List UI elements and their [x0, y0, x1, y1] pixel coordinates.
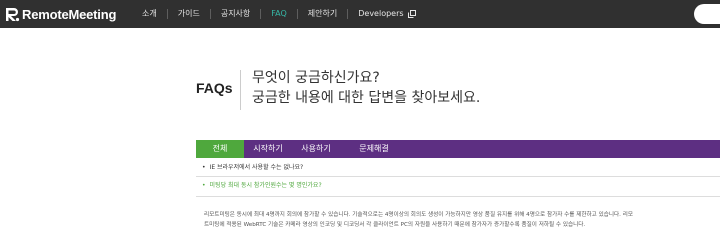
faq-answer-line-1: 리모트미팅은 동시에 최대 4명까지 회의에 참가할 수 있습니다. 기술적으로…: [204, 212, 634, 218]
faq-question-text: IE 브라우저에서 사용할 수는 없나요?: [209, 164, 304, 171]
tab-all[interactable]: 전체: [196, 140, 244, 158]
logo[interactable]: RemoteMeeting: [4, 5, 116, 23]
nav-item-faq[interactable]: FAQ: [261, 0, 297, 28]
page-headline: 무엇이 궁금하신가요? 궁금한 내용에 대한 답변을 찾아보세요.: [252, 68, 480, 108]
page-title: FAQs: [196, 80, 233, 96]
tab-getting-started[interactable]: 시작하기: [244, 140, 292, 158]
search-input[interactable]: [694, 4, 720, 24]
category-tab-bar: 전체 시작하기 사용하기 문제해결: [196, 140, 720, 158]
bullet-icon: •: [202, 182, 206, 189]
headline-line-2: 궁금한 내용에 대한 답변을 찾아보세요.: [252, 90, 481, 106]
main-menu: 소개 가이드 공지사항 FAQ 제안하기 Developers: [132, 0, 426, 28]
top-navigation-bar: RemoteMeeting 소개 가이드 공지사항 FAQ 제안하기 Devel…: [0, 0, 720, 28]
remotemeeting-logo-icon: [6, 8, 20, 22]
faq-answer: 리모트미팅은 동시에 최대 4명까지 회의에 참가할 수 있습니다. 기술적으로…: [204, 210, 720, 230]
faq-question-expanded[interactable]: • 미팅당 최대 동시 참가인원수는 몇 명인가요?: [202, 179, 322, 193]
nav-item-developers-label: Developers: [358, 9, 404, 18]
nav-item-developers[interactable]: Developers: [348, 0, 425, 28]
headline-line-1: 무엇이 궁금하신가요?: [252, 70, 380, 86]
faq-question-text: 미팅당 최대 동시 참가인원수는 몇 명인가요?: [209, 182, 322, 189]
list-divider: [196, 196, 720, 197]
nav-item-notice[interactable]: 공지사항: [211, 0, 260, 28]
nav-item-guide[interactable]: 가이드: [168, 0, 210, 28]
list-divider: [196, 176, 720, 177]
external-link-icon: [407, 10, 416, 18]
bullet-icon: •: [202, 164, 206, 171]
tab-troubleshooting[interactable]: 문제해결: [340, 140, 408, 158]
logo-text: RemoteMeeting: [22, 6, 117, 22]
nav-item-suggest[interactable]: 제안하기: [298, 0, 347, 28]
nav-item-intro[interactable]: 소개: [132, 0, 167, 28]
tab-using[interactable]: 사용하기: [292, 140, 340, 158]
heading-divider: [240, 70, 241, 110]
faq-question[interactable]: • IE 브라우저에서 사용할 수는 없나요?: [202, 161, 303, 175]
faq-answer-line-2: 트미팅에 적용된 WebRTC 기술은 카메라 영상의 인코딩 및 디코딩서 각…: [204, 222, 586, 228]
